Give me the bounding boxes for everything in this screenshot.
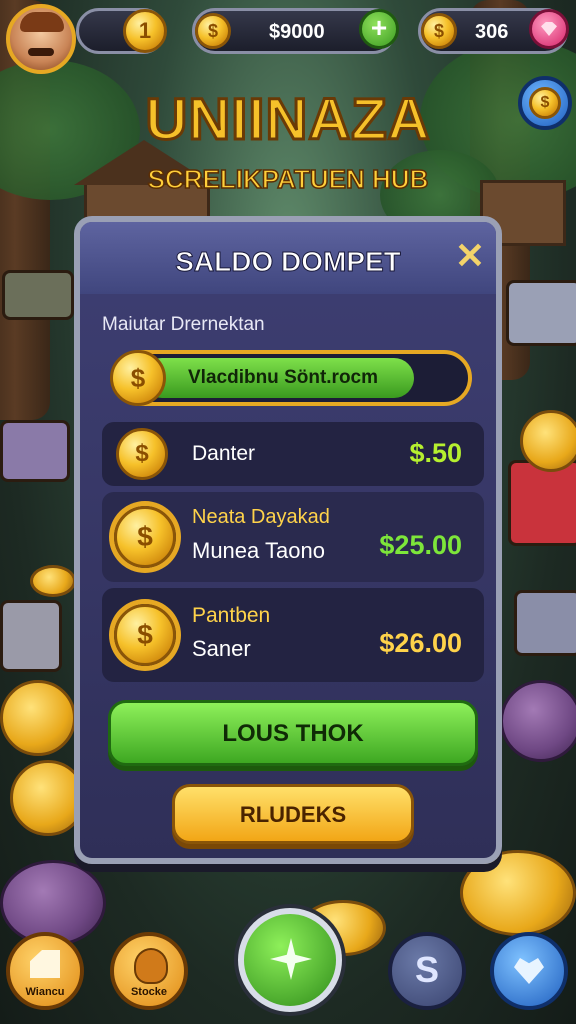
panel-header: SALDO DOMPET ✕ bbox=[80, 222, 496, 294]
row-label: Danter bbox=[192, 442, 256, 465]
coin-symbol: $ bbox=[137, 619, 153, 650]
coin-pile bbox=[0, 680, 76, 756]
balance-row[interactable]: $ Pantben Saner $26.00 bbox=[102, 588, 484, 682]
wallet-bar-text: Vlacdibnu Sönt.rocm bbox=[188, 367, 379, 388]
avatar-mouth bbox=[28, 48, 54, 56]
nav-button-favorite[interactable] bbox=[490, 932, 568, 1010]
row-amount: $26.00 bbox=[379, 628, 462, 658]
gift-box bbox=[0, 600, 62, 672]
coin-icon: $ bbox=[195, 13, 231, 49]
coin-symbol: $ bbox=[207, 21, 218, 41]
game-title: UNIINAZA bbox=[144, 86, 431, 154]
coin-pile bbox=[520, 410, 576, 472]
gift-box bbox=[0, 420, 70, 482]
nav-button-coins[interactable]: S bbox=[388, 932, 466, 1010]
row-amount: $25.00 bbox=[379, 530, 462, 560]
row-label: Saner bbox=[192, 636, 251, 661]
coin-symbol: $ bbox=[135, 440, 149, 467]
crate bbox=[506, 280, 576, 346]
wallet-panel: SALDO DOMPET ✕ Maiutar Drernektan $ Vlac… bbox=[74, 216, 502, 864]
coin-icon: $ bbox=[114, 506, 176, 568]
coin-symbol: $ bbox=[130, 363, 146, 393]
coin-symbol: $ bbox=[433, 21, 444, 41]
primary-action-button[interactable]: LOUS THOK bbox=[108, 700, 478, 766]
nav-button-left2[interactable]: Stocke bbox=[110, 932, 188, 1010]
row-title: Pantben bbox=[192, 604, 271, 627]
heart-icon bbox=[514, 958, 544, 984]
level-number: 1 bbox=[138, 18, 152, 43]
gift-box bbox=[508, 460, 576, 546]
player-avatar[interactable] bbox=[6, 4, 76, 74]
row-title: Neata Dayakad bbox=[192, 506, 330, 528]
coin-pile bbox=[500, 680, 576, 762]
coin-icon: $ bbox=[114, 604, 176, 666]
character-icon bbox=[134, 948, 168, 984]
gems-bar: $ 306 bbox=[418, 8, 569, 54]
nav-label: Stocke bbox=[130, 986, 168, 998]
crate bbox=[2, 270, 74, 320]
gem-icon[interactable] bbox=[529, 9, 569, 49]
balance-row[interactable]: $ Danter $.50 bbox=[102, 422, 484, 486]
coin-balance-value: $9000 bbox=[269, 21, 325, 43]
play-center-button[interactable] bbox=[238, 908, 342, 1012]
plus-icon: + bbox=[370, 12, 388, 43]
avatar-hair bbox=[20, 12, 64, 32]
coin-pile bbox=[30, 565, 76, 597]
star-icon bbox=[270, 938, 312, 980]
coin-symbol: $ bbox=[137, 521, 153, 552]
diamond-shape bbox=[541, 22, 557, 36]
level-badge: 1 bbox=[123, 9, 167, 53]
panel-title: SALDO DOMPET bbox=[175, 246, 402, 278]
wallet-address-bar[interactable]: $ Vlacdibnu Sönt.rocm bbox=[110, 350, 472, 406]
close-icon[interactable]: ✕ bbox=[452, 238, 488, 274]
row-amount: $.50 bbox=[409, 438, 462, 468]
wallet-subtitle: Maiutar Drernektan bbox=[102, 314, 265, 335]
coin-balance-bar: $ $9000 + bbox=[192, 8, 399, 54]
gems-value: 306 bbox=[475, 21, 509, 43]
game-subtitle: SCRELIKPATUEN HUB bbox=[147, 163, 429, 195]
secondary-action-button[interactable]: RLUDEKS bbox=[172, 784, 414, 844]
balance-row[interactable]: $ Neata Dayakad Munea Taono $25.00 bbox=[102, 492, 484, 582]
row-label: Munea Taono bbox=[192, 538, 325, 563]
coin-icon: $ bbox=[110, 350, 166, 406]
coin-icon: $ bbox=[116, 428, 168, 480]
coin-s-icon: S bbox=[414, 949, 439, 990]
nav-button-left1[interactable]: Wiancu bbox=[6, 932, 84, 1010]
gift-box bbox=[514, 590, 576, 656]
add-coins-button[interactable]: + bbox=[359, 9, 399, 49]
envelope-icon bbox=[30, 950, 60, 978]
level-bar: 1 bbox=[76, 8, 167, 54]
nav-label: Wiancu bbox=[25, 986, 65, 998]
coin-icon: $ bbox=[421, 13, 457, 49]
